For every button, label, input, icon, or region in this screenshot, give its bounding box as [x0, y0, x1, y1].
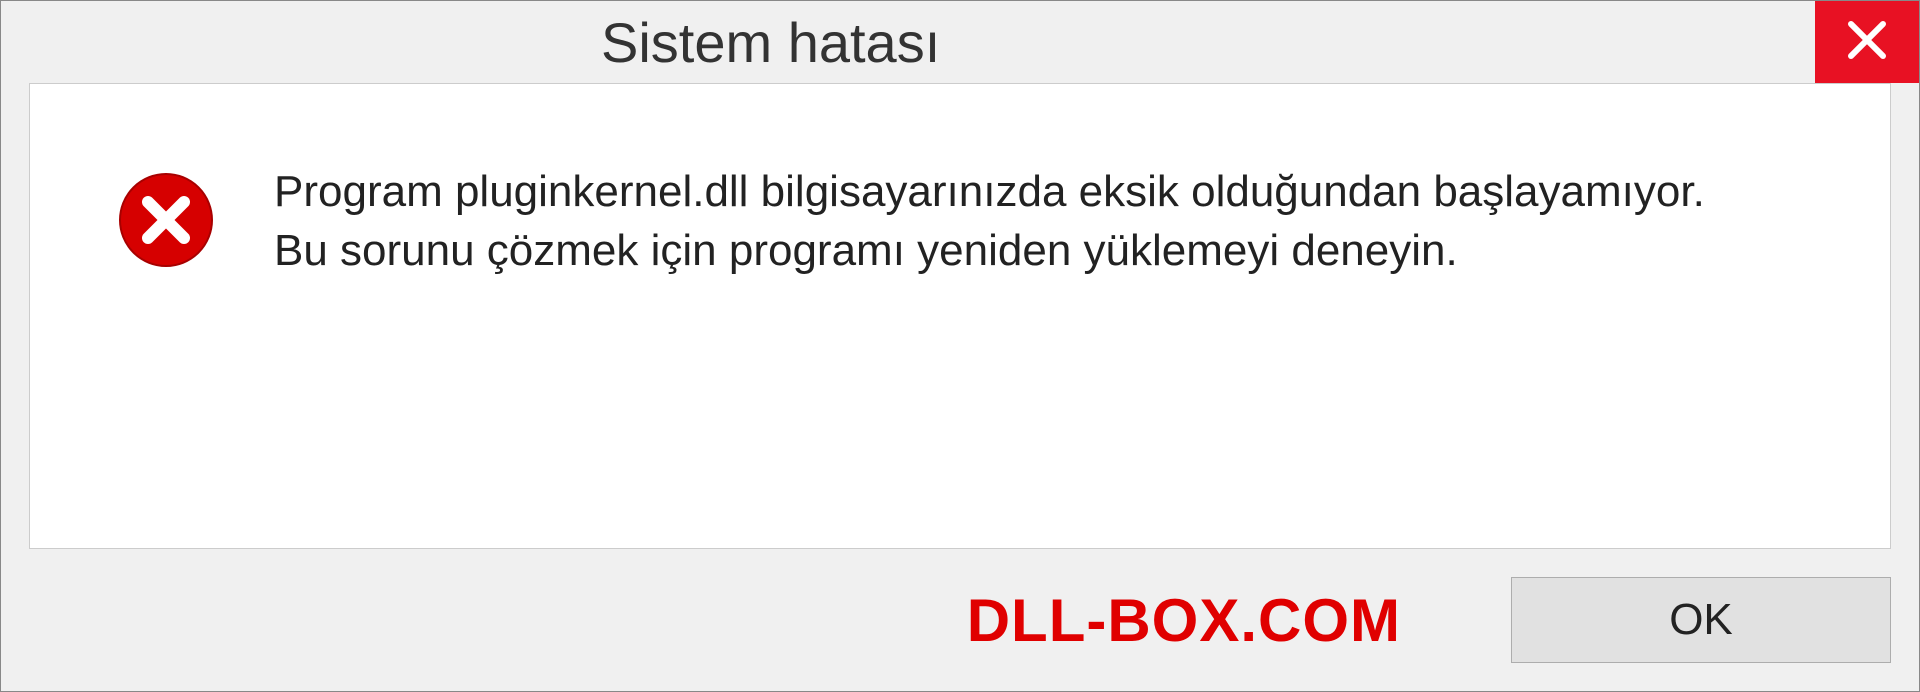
- watermark-text: DLL-BOX.COM: [967, 586, 1401, 655]
- dialog-footer: DLL-BOX.COM OK: [1, 569, 1919, 691]
- error-message: Program pluginkernel.dll bilgisayarınızd…: [274, 162, 1830, 281]
- dialog-title: Sistem hatası: [601, 10, 940, 75]
- error-icon: [118, 172, 214, 268]
- message-panel: Program pluginkernel.dll bilgisayarınızd…: [29, 83, 1891, 549]
- close-icon: [1843, 16, 1891, 69]
- ok-button[interactable]: OK: [1511, 577, 1891, 663]
- titlebar: Sistem hatası: [1, 1, 1919, 83]
- close-button[interactable]: [1815, 1, 1919, 83]
- content-area: Program pluginkernel.dll bilgisayarınızd…: [1, 83, 1919, 569]
- error-dialog: Sistem hatası Program pluginkernel.dll b…: [0, 0, 1920, 692]
